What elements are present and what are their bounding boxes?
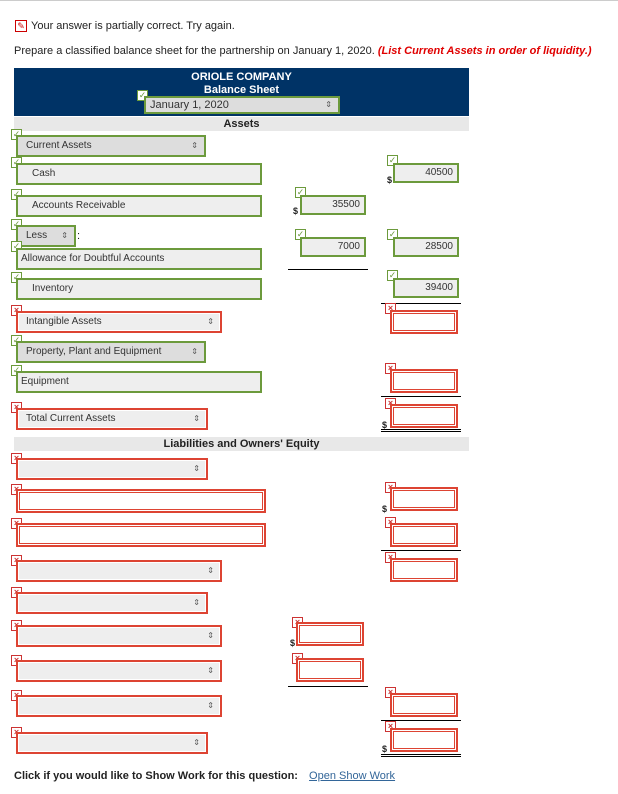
underline [288,686,368,687]
inventory-amount-input[interactable]: 39400 [393,278,459,298]
amount-input[interactable] [390,728,458,752]
select-value: Intangible Assets [26,316,102,327]
amount-input[interactable] [390,404,458,428]
select-arrow-icon: ⇕ [193,414,200,423]
accounts-receivable-field[interactable]: Accounts Receivable [16,195,262,217]
select-arrow-icon: ⇕ [191,141,198,150]
dollar-sign: $ [382,504,388,514]
total-current-assets-select[interactable]: Total Current Assets ⇕ [16,408,208,430]
equipment-field[interactable]: Equipment [16,371,262,393]
date-select[interactable]: January 1, 2020 ⇕ [144,96,340,114]
select-arrow-icon: ⇕ [207,566,214,575]
liability-select[interactable]: ⇕ [16,560,222,582]
select-arrow-icon: ⇕ [207,317,214,326]
select-arrow-icon: ⇕ [193,598,200,607]
select-arrow-icon: ⇕ [193,738,200,747]
liabilities-section-label: Liabilities and Owners' Equity [14,437,469,451]
underline [381,550,461,551]
inventory-field[interactable]: Inventory [16,278,262,300]
net-ar-amount-input[interactable]: 28500 [393,237,459,257]
amount-input[interactable] [390,558,458,582]
current-assets-select[interactable]: Current Assets ⇕ [16,135,206,157]
question-prompt: Prepare a classified balance sheet for t… [14,45,592,57]
liability-select[interactable]: ⇕ [16,732,208,754]
underline [288,269,368,270]
allowance-amount-input[interactable]: 7000 [300,237,366,257]
select-value: Total Current Assets [26,413,116,424]
amount-input[interactable] [390,310,458,334]
select-value: Less [26,230,48,241]
liability-text-input[interactable] [16,489,266,513]
select-arrow-icon: ⇕ [207,631,214,640]
amount-input[interactable] [296,658,364,682]
liability-select[interactable]: ⇕ [16,458,208,480]
amount-input[interactable] [390,523,458,547]
select-arrow-icon: ⇕ [207,701,214,710]
select-arrow-icon: ⇕ [325,100,332,109]
liability-select[interactable]: ⇕ [16,660,222,682]
amount-input[interactable] [390,487,458,511]
intangible-assets-select[interactable]: Intangible Assets ⇕ [16,311,222,333]
select-value: Current Assets [26,140,92,151]
cash-amount-input[interactable]: 40500 [393,163,459,183]
less-select[interactable]: Less ⇕ [16,225,76,247]
ar-amount-input[interactable]: 35500 [300,195,366,215]
feedback-row: ✎ Your answer is partially correct. Try … [15,20,235,32]
amount-input[interactable] [390,693,458,717]
show-work-row: Click if you would like to Show Work for… [14,770,395,782]
dollar-sign: $ [382,744,388,754]
ppe-select[interactable]: Property, Plant and Equipment ⇕ [16,341,206,363]
amount-input[interactable] [296,622,364,646]
dollar-sign: $ [387,175,393,185]
liability-select[interactable]: ⇕ [16,592,208,614]
prompt-text: Prepare a classified balance sheet for t… [14,45,375,57]
page: ✎ Your answer is partially correct. Try … [0,0,618,794]
amount-input[interactable] [390,369,458,393]
show-work-label: Click if you would like to Show Work for… [14,770,298,782]
colon-label: : [77,230,81,242]
liability-select[interactable]: ⇕ [16,625,222,647]
allowance-field[interactable]: Allowance for Doubtful Accounts [16,248,262,270]
company-name: ORIOLE COMPANY [191,71,292,83]
liability-text-input[interactable] [16,523,266,547]
double-underline [381,754,461,757]
feedback-text: Your answer is partially correct. Try ag… [31,20,235,32]
liability-select[interactable]: ⇕ [16,695,222,717]
underline [381,396,461,397]
select-arrow-icon: ⇕ [193,464,200,473]
select-arrow-icon: ⇕ [61,231,68,240]
dollar-sign: $ [290,638,296,648]
assets-section-label: Assets [14,117,469,131]
date-value: January 1, 2020 [150,99,229,111]
prompt-hint: (List Current Assets in order of liquidi… [377,45,592,57]
select-value: Property, Plant and Equipment [26,346,162,357]
open-show-work-link[interactable]: Open Show Work [309,770,395,782]
select-arrow-icon: ⇕ [191,347,198,356]
dollar-sign: $ [293,206,299,216]
cash-field[interactable]: Cash [16,163,262,185]
double-underline [381,429,461,432]
pencil-icon: ✎ [15,20,27,32]
select-arrow-icon: ⇕ [207,666,214,675]
